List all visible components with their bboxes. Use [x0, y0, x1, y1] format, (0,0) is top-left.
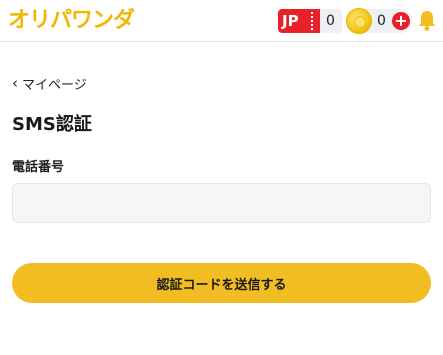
jp-tag-icon: JP [278, 9, 320, 33]
back-to-mypage-link[interactable]: ‹ マイページ [12, 73, 87, 93]
app-logo[interactable]: オリパワンダ [8, 6, 135, 36]
jp-tag-label: JP [282, 12, 299, 30]
coin-icon [346, 8, 372, 34]
ticket-perforation [311, 12, 319, 30]
coin-balance-badge[interactable]: 0 + [346, 8, 412, 34]
chevron-left-icon: ‹ [12, 74, 18, 92]
coin-balance-value: 0 [377, 13, 386, 29]
page-title: SMS認証 [12, 114, 92, 135]
send-verification-code-button[interactable]: 認証コードを送信する [12, 263, 431, 303]
jp-points-badge[interactable]: JP 0 [278, 9, 342, 33]
phone-number-label: 電話番号 [12, 160, 65, 175]
bell-icon[interactable] [417, 10, 437, 32]
phone-number-input[interactable] [12, 183, 431, 223]
app-header: オリパワンダ JP 0 0 + [0, 0, 443, 42]
back-link-label: マイページ [22, 77, 87, 93]
jp-points-value: 0 [326, 13, 335, 29]
add-coin-icon[interactable]: + [392, 12, 410, 30]
